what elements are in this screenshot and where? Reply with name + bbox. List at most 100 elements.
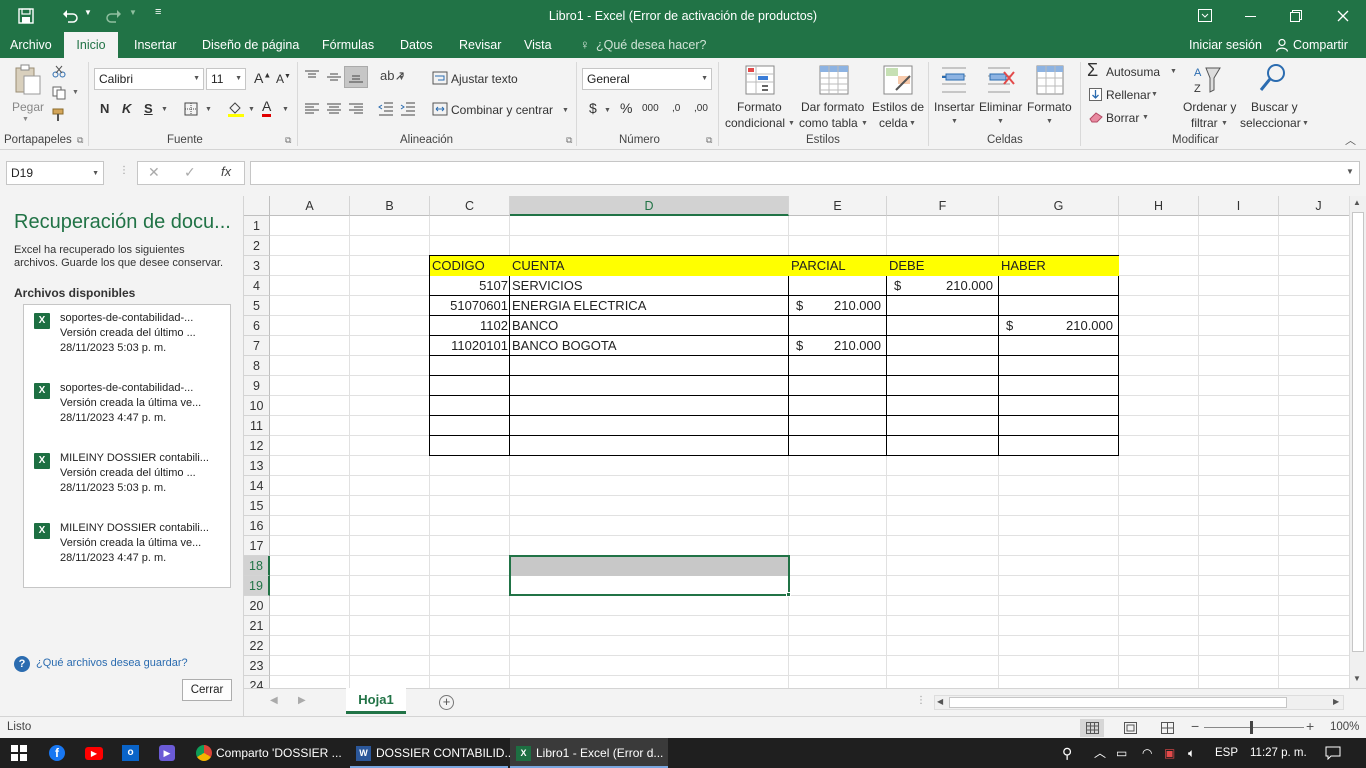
scroll-down-icon[interactable]: ▼ (1353, 674, 1361, 683)
page-break-icon[interactable] (1161, 722, 1174, 734)
close-recovery-button[interactable]: Cerrar (182, 679, 232, 701)
column-header[interactable]: I (1199, 196, 1279, 216)
font-name-select[interactable]: Calibri ▼ (94, 68, 204, 90)
help-icon[interactable]: ? (14, 656, 30, 672)
cond-format-label-1[interactable]: Formato (737, 100, 782, 114)
close-icon[interactable] (1337, 10, 1349, 22)
insert-cells-label[interactable]: Insertar (934, 100, 975, 114)
youtube-icon[interactable]: ▶ (85, 747, 103, 760)
align-middle-icon[interactable] (326, 70, 342, 84)
row-header[interactable]: 18 (244, 556, 270, 576)
horizontal-scrollbar[interactable]: ◀ ▶ (934, 695, 1344, 710)
taskbar-item-chrome[interactable]: Comparto 'DOSSIER ... (192, 738, 342, 768)
underline-dropdown-icon[interactable]: ▼ (161, 106, 168, 113)
autosum-dropdown-icon[interactable]: ▼ (1170, 68, 1177, 75)
row-header[interactable]: 16 (244, 516, 270, 536)
cut-icon[interactable] (52, 64, 66, 78)
confirm-entry-icon[interactable]: ✓ (184, 164, 196, 181)
scroll-left-icon[interactable]: ◀ (937, 697, 943, 706)
row-header[interactable]: 3 (244, 256, 270, 276)
cell-codigo[interactable]: 51070601 (430, 296, 510, 316)
conditional-format-icon[interactable] (744, 64, 776, 96)
chevron-up-icon[interactable]: ︿ (1094, 738, 1106, 768)
insert-dropdown-icon[interactable]: ▼ (951, 118, 958, 125)
find-label-2[interactable]: seleccionar (1240, 116, 1301, 130)
row-header[interactable]: 8 (244, 356, 270, 376)
hscrollbar-thumb[interactable] (949, 697, 1287, 708)
save-icon[interactable] (18, 8, 34, 24)
header-codigo[interactable]: CODIGO (430, 256, 510, 276)
fill-icon[interactable] (1089, 88, 1102, 101)
grow-font-icon[interactable]: A▲ (254, 70, 271, 86)
paste-label[interactable]: Pegar (12, 100, 44, 114)
column-header[interactable]: H (1119, 196, 1199, 216)
prev-sheet-icon[interactable]: ◀ (270, 695, 278, 706)
tab-archivo[interactable]: Archivo (2, 32, 60, 58)
insert-cells-icon[interactable] (940, 64, 968, 96)
column-header[interactable]: J (1279, 196, 1349, 216)
cell-codigo[interactable]: 1102 (430, 316, 510, 336)
zoom-slider-thumb[interactable] (1250, 721, 1253, 734)
select-all-corner[interactable] (244, 196, 270, 216)
scroll-up-icon[interactable]: ▲ (1353, 198, 1361, 207)
delete-cells-icon[interactable] (986, 64, 1016, 96)
clear-dropdown-icon[interactable]: ▼ (1142, 114, 1149, 121)
cell-cuenta[interactable]: BANCO (510, 316, 789, 336)
wifi-icon[interactable]: ◠ (1142, 738, 1152, 768)
volume-icon[interactable]: 🔈︎ (1188, 738, 1195, 768)
cell-debe[interactable]: 210.000 (887, 276, 995, 296)
row-header[interactable]: 10 (244, 396, 270, 416)
column-header[interactable]: C (430, 196, 510, 216)
fill-color-icon[interactable] (227, 100, 245, 118)
battery-icon[interactable]: ▭ (1116, 738, 1127, 768)
paste-dropdown-icon[interactable]: ▼ (22, 116, 29, 123)
format-table-label-1[interactable]: Dar formato (801, 100, 864, 114)
selection-border[interactable] (509, 555, 790, 596)
row-header[interactable]: 20 (244, 596, 270, 616)
percent-button[interactable]: % (620, 100, 632, 116)
clipboard-launcher-icon[interactable]: ⧉ (77, 135, 83, 146)
header-cuenta[interactable]: CUENTA (510, 256, 789, 276)
copy-icon[interactable] (52, 86, 66, 100)
cell-cuenta[interactable]: ENERGIA ELECTRICA (510, 296, 789, 316)
recovered-file-item[interactable]: X soportes-de-contabilidad-... Versión c… (24, 377, 230, 447)
cell-cuenta[interactable]: SERVICIOS (510, 276, 789, 296)
delete-cells-label[interactable]: Eliminar (979, 100, 1022, 114)
ribbon-display-icon[interactable] (1198, 9, 1212, 22)
column-header[interactable]: D (510, 196, 789, 216)
delete-dropdown-icon[interactable]: ▼ (997, 118, 1004, 125)
recovered-file-item[interactable]: X MILEINY DOSSIER contabili... Versión c… (24, 517, 230, 587)
row-header[interactable]: 22 (244, 636, 270, 656)
tab-formulas[interactable]: Fórmulas (314, 32, 382, 58)
font-size-select[interactable]: 11 ▼ (206, 68, 246, 90)
row-header[interactable]: 4 (244, 276, 270, 296)
fill-color-dropdown-icon[interactable]: ▼ (248, 106, 255, 113)
paste-icon[interactable] (14, 64, 42, 96)
sort-label-2[interactable]: filtrar (1191, 116, 1218, 130)
restore-icon[interactable] (1290, 10, 1302, 22)
signin-link[interactable]: Iniciar sesión (1181, 32, 1270, 58)
sheet-tab-hoja1[interactable]: Hoja1 (346, 688, 406, 714)
eraser-icon[interactable] (1089, 111, 1103, 123)
undo-icon[interactable] (62, 8, 78, 24)
column-header[interactable]: F (887, 196, 999, 216)
expand-formula-icon[interactable]: ▼ (1346, 167, 1354, 176)
merge-dropdown-icon[interactable]: ▼ (562, 107, 569, 114)
alignment-launcher-icon[interactable]: ⧉ (566, 135, 572, 146)
row-header[interactable]: 23 (244, 656, 270, 676)
sort-dropdown-icon[interactable]: ▼ (1221, 120, 1228, 127)
people-icon[interactable]: ⚲ (1062, 738, 1072, 768)
row-header[interactable]: 12 (244, 436, 270, 456)
page-layout-icon[interactable] (1124, 722, 1137, 734)
name-box[interactable]: D19 ▼ (6, 161, 104, 185)
fill-dropdown-icon[interactable]: ▼ (1151, 91, 1158, 98)
header-parcial[interactable]: PARCIAL (789, 256, 887, 276)
format-dropdown-icon[interactable]: ▼ (1046, 118, 1053, 125)
formula-input[interactable] (250, 161, 1360, 185)
autosum-icon[interactable]: Σ (1087, 60, 1098, 81)
customize-qat-icon[interactable]: ≡ (155, 6, 161, 18)
undo-dropdown-icon[interactable]: ▼ (84, 8, 92, 17)
collapse-ribbon-icon[interactable]: ︿ (1345, 132, 1356, 148)
vertical-scrollbar[interactable]: ▲ ▼ (1349, 196, 1366, 688)
next-sheet-icon[interactable]: ▶ (298, 695, 306, 706)
